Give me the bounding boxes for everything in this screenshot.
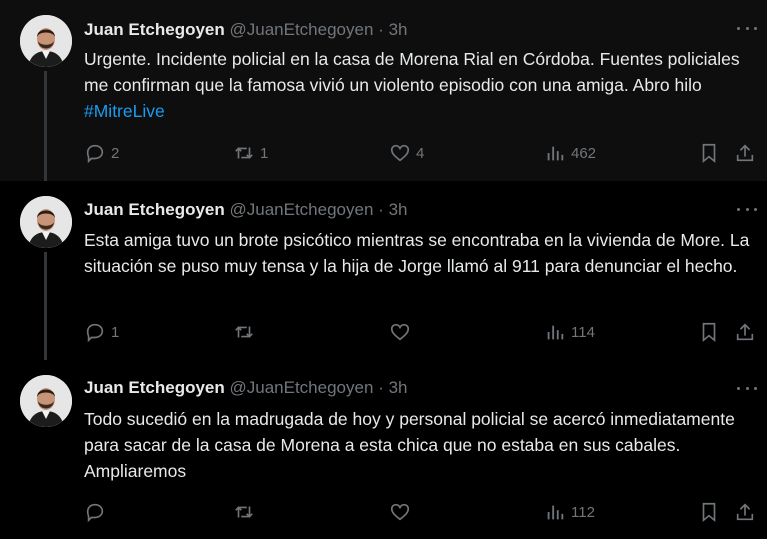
retweet-button[interactable] [233,499,260,525]
retweet-icon [235,506,253,518]
retweet-button[interactable] [233,319,260,345]
reply-icon [86,503,104,523]
views-icon [547,325,564,340]
bookmark-button[interactable] [698,319,720,345]
avatar[interactable] [20,15,72,67]
share-button[interactable] [734,499,756,525]
author-handle[interactable]: @JuanEtchegoyen [230,20,374,39]
reply-count: 2 [111,144,120,162]
tweet-header: Juan Etchegoyen @JuanEtchegoyen · 3h [84,19,407,41]
share-icon [736,503,754,521]
views-count: 112 [571,503,595,521]
bookmark-button[interactable] [698,140,720,166]
like-button[interactable] [389,499,416,525]
views-count: 462 [571,144,597,162]
more-icon[interactable] [735,18,759,38]
separator: · [378,200,384,219]
views-button[interactable]: 462 [544,140,596,166]
share-icon [736,323,754,341]
tweet-text: Esta amiga tuvo un brote psicótico mient… [84,230,750,276]
author-handle[interactable]: @JuanEtchegoyen [230,378,374,397]
views-button[interactable]: 112 [544,499,595,525]
separator: · [378,20,384,39]
heart-icon [390,503,410,521]
reply-icon [86,144,104,164]
retweet-icon [235,326,253,338]
thread-connector [44,252,47,376]
tweet-header: Juan Etchegoyen @JuanEtchegoyen · 3h [84,377,407,399]
timestamp[interactable]: 3h [389,200,408,219]
heart-icon [390,323,410,341]
tweet-text: Urgente. Incidente policial en la casa d… [84,46,754,124]
author-name[interactable]: Juan Etchegoyen [84,378,225,397]
tweet[interactable]: Juan Etchegoyen @JuanEtchegoyen · 3h Est… [0,181,767,376]
tweet-actions: 112 [84,499,759,525]
reply-button[interactable]: 2 [84,140,119,166]
tweet-actions: 1 114 [84,319,759,345]
avatar[interactable] [20,375,72,427]
timestamp[interactable]: 3h [389,378,408,397]
retweet-count: 1 [260,144,269,162]
views-count: 114 [571,323,595,341]
avatar[interactable] [20,196,72,248]
tweet-text-content: Urgente. Incidente policial en la casa d… [84,49,740,95]
like-button[interactable] [389,319,416,345]
reply-icon [86,323,104,343]
retweet-button[interactable]: 1 [233,140,268,166]
bookmark-button[interactable] [698,499,720,525]
thread-connector [44,71,47,195]
views-icon [547,146,564,161]
views-icon [547,505,564,520]
separator: · [378,378,384,397]
like-button[interactable]: 4 [389,140,424,166]
bookmark-icon [702,143,716,164]
tweet-header: Juan Etchegoyen @JuanEtchegoyen · 3h [84,199,407,221]
hashtag-link[interactable]: #MitreLive [84,101,165,121]
more-icon[interactable] [735,199,759,219]
reply-button[interactable] [84,499,111,525]
tweet[interactable]: Juan Etchegoyen @JuanEtchegoyen · 3h Urg… [0,0,767,195]
retweet-icon [235,147,253,159]
more-icon[interactable] [735,378,759,398]
bookmark-icon [702,322,716,343]
share-button[interactable] [734,140,756,166]
reply-count: 1 [111,323,120,341]
author-name[interactable]: Juan Etchegoyen [84,20,225,39]
tweet-thread: Juan Etchegoyen @JuanEtchegoyen · 3h Urg… [0,0,767,539]
reply-button[interactable]: 1 [84,319,119,345]
views-button[interactable]: 114 [544,319,595,345]
bookmark-icon [702,502,716,523]
tweet-actions: 2 1 4 462 [84,140,759,166]
share-icon [736,144,754,162]
timestamp[interactable]: 3h [389,20,408,39]
share-button[interactable] [734,319,756,345]
tweet[interactable]: Juan Etchegoyen @JuanEtchegoyen · 3h Tod… [0,360,767,539]
heart-icon [390,144,410,162]
author-name[interactable]: Juan Etchegoyen [84,200,225,219]
tweet-text: Todo sucedió en la madrugada de hoy y pe… [84,409,735,481]
like-count: 4 [416,144,425,162]
author-handle[interactable]: @JuanEtchegoyen [230,200,374,219]
